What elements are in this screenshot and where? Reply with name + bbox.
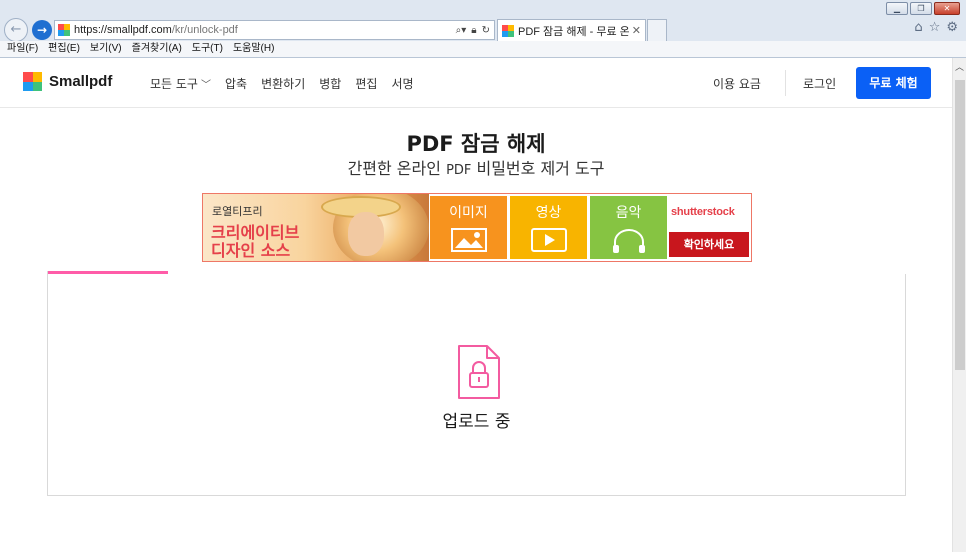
nav-convert[interactable]: 변환하기 — [261, 75, 305, 92]
forward-button[interactable]: → — [32, 20, 52, 40]
scroll-thumb[interactable] — [955, 80, 965, 370]
ad-brand-logo: shutterstock — [671, 206, 735, 218]
ad-tagline: 로열티프리 — [212, 205, 263, 218]
nav-all-tools[interactable]: 모든 도구 ﹀ — [150, 75, 211, 92]
ad-tile-music[interactable]: 음악 — [590, 196, 667, 259]
page-scrollbar[interactable]: ︿ — [952, 58, 966, 552]
nav-edit[interactable]: 편집 — [355, 75, 377, 92]
site-favicon-icon — [58, 24, 70, 36]
ad-tile-video[interactable]: 영상 — [510, 196, 587, 259]
back-button[interactable]: ← — [4, 18, 28, 42]
restore-button[interactable]: ❐ — [910, 2, 932, 15]
browser-toolbar-right: ⌂ ☆ ⚙ — [914, 20, 958, 35]
smallpdf-logo[interactable]: Smallpdf — [23, 72, 112, 91]
main-nav: 모든 도구 ﹀ 압축 변환하기 병합 편집 서명 — [150, 75, 428, 92]
ad-headline-2: 디자인 소스 — [211, 241, 291, 260]
ad-photo-panel: 로열티프리 크리에이티브 디자인 소스 — [203, 194, 429, 261]
close-button[interactable]: ✕ — [934, 2, 960, 15]
tab-close-icon[interactable]: ✕ — [632, 24, 641, 37]
browser-chrome: ▁ ❐ ✕ ← → https://smallpdf.com/kr/unlock… — [0, 0, 966, 58]
nav-compress[interactable]: 압축 — [225, 75, 247, 92]
login-link[interactable]: 로그인 — [803, 75, 836, 92]
refresh-icon[interactable]: ↻ — [482, 25, 490, 36]
menu-edit[interactable]: 편집(E) — [48, 41, 80, 57]
video-play-icon — [530, 228, 567, 252]
window-controls: ▁ ❐ ✕ — [886, 2, 960, 15]
site-header: Smallpdf 모든 도구 ﹀ 압축 변환하기 병합 편집 서명 이용 요금 로… — [0, 58, 952, 108]
new-tab-button[interactable] — [647, 19, 667, 41]
upload-panel: 업로드 중 — [47, 271, 907, 496]
tab-favicon-icon — [502, 24, 514, 37]
locked-file-icon — [458, 345, 500, 399]
nav-sign[interactable]: 서명 — [391, 75, 413, 92]
settings-gear-icon[interactable]: ⚙ — [946, 20, 958, 35]
menu-bar: 파일(F) 편집(E) 보기(V) 즐겨찾기(A) 도구(T) 도움말(H) — [0, 41, 966, 57]
browser-tab[interactable]: PDF 잠금 해제 - 무료 온라... ✕ — [497, 19, 646, 41]
page-subtitle: 간편한 온라인 PDF 비밀번호 제거 도구 — [347, 159, 605, 178]
tab-title: PDF 잠금 해제 - 무료 온라... — [518, 25, 629, 38]
upload-progress-bar — [48, 271, 169, 274]
ad-banner[interactable]: 로열티프리 크리에이티브 디자인 소스 이미지 영상 음악 shuttersto… — [202, 193, 752, 262]
menu-favorites[interactable]: 즐겨찾기(A) — [132, 41, 182, 57]
menu-tools[interactable]: 도구(T) — [192, 41, 223, 57]
pricing-link[interactable]: 이용 요금 — [713, 75, 761, 92]
headphones-icon — [612, 229, 645, 253]
ad-tile-image[interactable]: 이미지 — [430, 196, 507, 259]
page-title: PDF 잠금 해제 — [406, 132, 546, 156]
ad-cta-button[interactable]: 확인하세요 — [669, 232, 749, 257]
menu-view[interactable]: 보기(V) — [90, 41, 122, 57]
minimize-button[interactable]: ▁ — [886, 2, 908, 15]
address-url: https://smallpdf.com/kr/unlock-pdf — [74, 24, 238, 36]
lock-icon[interactable]: 🔒︎ — [471, 25, 476, 36]
search-icon[interactable]: ⌕▾ — [456, 25, 467, 36]
address-tools: ⌕▾ 🔒︎ ↻ — [456, 25, 494, 36]
brand-name: Smallpdf — [49, 73, 113, 90]
ad-photo-face — [348, 212, 384, 256]
scroll-up-arrow-icon[interactable]: ︿ — [953, 60, 966, 74]
favorites-star-icon[interactable]: ☆ — [929, 20, 941, 35]
image-icon — [450, 228, 487, 252]
home-icon[interactable]: ⌂ — [914, 20, 922, 35]
menu-help[interactable]: 도움말(H) — [233, 41, 274, 57]
smallpdf-logo-icon — [23, 72, 42, 91]
chevron-down-icon: ﹀ — [200, 80, 211, 91]
nav-merge[interactable]: 병합 — [319, 75, 341, 92]
free-trial-button[interactable]: 무료 체험 — [856, 67, 931, 99]
header-divider — [785, 70, 786, 96]
address-bar[interactable]: https://smallpdf.com/kr/unlock-pdf ⌕▾ 🔒︎… — [54, 20, 495, 40]
menu-file[interactable]: 파일(F) — [7, 41, 38, 57]
page-content: Smallpdf 모든 도구 ﹀ 압축 변환하기 병합 편집 서명 이용 요금 로… — [0, 58, 952, 552]
upload-progress-track — [48, 271, 907, 274]
upload-status-text: 업로드 중 — [442, 412, 511, 432]
